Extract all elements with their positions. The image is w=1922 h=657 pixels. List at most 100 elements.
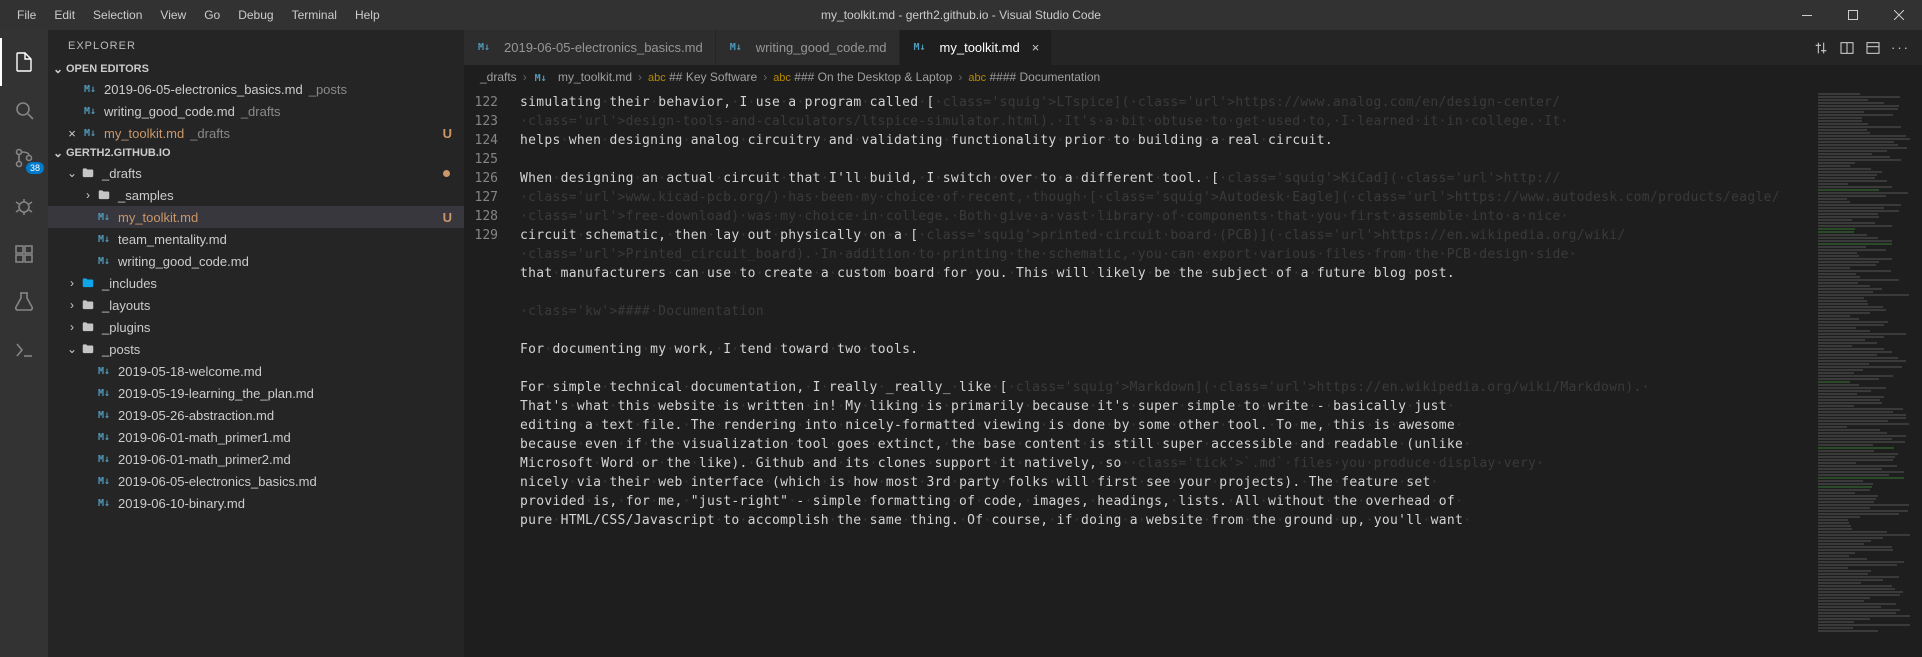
- menu-edit[interactable]: Edit: [45, 0, 84, 30]
- item-label: _samples: [118, 188, 174, 203]
- activity-bar: 38: [0, 30, 48, 657]
- folder-item[interactable]: ›_layouts: [48, 294, 464, 316]
- terminal-icon[interactable]: [0, 326, 48, 374]
- file-label: writing_good_code.md: [104, 104, 235, 119]
- item-label: 2019-05-19-learning_the_plan.md: [118, 386, 314, 401]
- file-item[interactable]: M↓2019-05-26-abstraction.md: [48, 404, 464, 426]
- chevron-right-icon: ›: [958, 70, 962, 84]
- chevron-down-icon: ⌄: [64, 342, 80, 356]
- open-editors-header[interactable]: ⌄ OPEN EDITORS: [48, 60, 464, 78]
- file-item[interactable]: M↓team_mentality.md: [48, 228, 464, 250]
- folder-item[interactable]: ›_plugins: [48, 316, 464, 338]
- source-control-icon[interactable]: 38: [0, 134, 48, 182]
- folder-item[interactable]: ›_samples: [48, 184, 464, 206]
- code-editor[interactable]: simulating·their·behavior,·I·use·a·progr…: [520, 89, 1812, 657]
- item-label: 2019-05-18-welcome.md: [118, 364, 262, 379]
- folder-item[interactable]: ›_includes: [48, 272, 464, 294]
- file-item[interactable]: M↓2019-05-18-welcome.md: [48, 360, 464, 382]
- split-right-icon[interactable]: [1839, 40, 1855, 56]
- item-label: my_toolkit.md: [118, 210, 198, 225]
- file-item[interactable]: M↓2019-05-19-learning_the_plan.md: [48, 382, 464, 404]
- menu-debug[interactable]: Debug: [229, 0, 282, 30]
- item-label: 2019-06-10-binary.md: [118, 496, 245, 511]
- markdown-file-icon: M↓: [96, 498, 112, 509]
- window-title: my_toolkit.md - gerth2.github.io - Visua…: [821, 8, 1101, 22]
- folder-icon: [80, 276, 96, 290]
- file-label: 2019-06-05-electronics_basics.md: [104, 82, 303, 97]
- close-icon[interactable]: ×: [1032, 40, 1040, 55]
- file-item[interactable]: M↓2019-06-01-math_primer2.md: [48, 448, 464, 470]
- menu-terminal[interactable]: Terminal: [283, 0, 346, 30]
- titlebar: FileEditSelectionViewGoDebugTerminalHelp…: [0, 0, 1922, 30]
- folder-icon: [80, 166, 96, 180]
- open-editors-label: OPEN EDITORS: [66, 63, 149, 75]
- explorer-icon[interactable]: [0, 38, 48, 86]
- folder-item[interactable]: ⌄_drafts: [48, 162, 464, 184]
- open-editor-item[interactable]: ×M↓my_toolkit.md_draftsU: [48, 122, 464, 144]
- file-item[interactable]: M↓ 2019-06-01-math_primer1.md: [48, 426, 464, 448]
- editor-tab[interactable]: M↓writing_good_code.md: [716, 30, 900, 65]
- editor-area: M↓2019-06-05-electronics_basics.mdM↓writ…: [464, 30, 1922, 657]
- open-editor-item[interactable]: M↓writing_good_code.md_drafts: [48, 100, 464, 122]
- breadcrumb-item[interactable]: abc #### Documentation: [968, 70, 1100, 84]
- minimize-button[interactable]: [1784, 0, 1830, 30]
- breadcrumb-item[interactable]: abc ## Key Software: [648, 70, 757, 84]
- compare-icon[interactable]: [1813, 40, 1829, 56]
- file-item[interactable]: M↓my_toolkit.mdU: [48, 206, 464, 228]
- file-item[interactable]: M↓writing_good_code.md: [48, 250, 464, 272]
- chevron-right-icon: ›: [638, 70, 642, 84]
- layout-icon[interactable]: [1865, 40, 1881, 56]
- item-label: _includes: [102, 276, 157, 291]
- scm-status: U: [443, 126, 456, 141]
- debug-icon[interactable]: [0, 182, 48, 230]
- markdown-file-icon: M↓: [728, 42, 744, 53]
- markdown-file-icon: M↓: [476, 42, 492, 53]
- item-label: 2019-06-01-math_primer1.md: [118, 430, 291, 445]
- tab-actions: ···: [1801, 30, 1922, 65]
- maximize-button[interactable]: [1830, 0, 1876, 30]
- test-icon[interactable]: [0, 278, 48, 326]
- breadcrumb-item[interactable]: M↓ my_toolkit.md: [533, 70, 632, 84]
- file-item[interactable]: M↓2019-06-05-electronics_basics.md: [48, 470, 464, 492]
- folder-icon: [80, 342, 96, 356]
- chevron-right-icon: ›: [763, 70, 767, 84]
- minimap[interactable]: [1812, 89, 1922, 657]
- markdown-file-icon: M↓: [96, 476, 112, 487]
- close-button[interactable]: [1876, 0, 1922, 30]
- extensions-icon[interactable]: [0, 230, 48, 278]
- menu-help[interactable]: Help: [346, 0, 389, 30]
- modified-dot: [443, 170, 450, 177]
- markdown-file-icon: M↓: [96, 432, 112, 443]
- item-label: _drafts: [102, 166, 142, 181]
- markdown-file-icon: M↓: [533, 73, 549, 84]
- window-controls: [1784, 0, 1922, 30]
- editor-tabs: M↓2019-06-05-electronics_basics.mdM↓writ…: [464, 30, 1922, 65]
- breadcrumb-item[interactable]: _drafts: [480, 70, 517, 84]
- scm-badge: 38: [26, 162, 44, 174]
- item-label: team_mentality.md: [118, 232, 227, 247]
- tab-label: my_toolkit.md: [940, 40, 1020, 55]
- chevron-right-icon: ›: [64, 298, 80, 312]
- breadcrumbs[interactable]: _drafts › M↓ my_toolkit.md › abc ## Key Soft…: [464, 65, 1922, 89]
- editor-tab[interactable]: M↓my_toolkit.md×: [900, 30, 1053, 65]
- breadcrumb-item[interactable]: abc ### On the Desktop & Laptop: [773, 70, 952, 84]
- project-header[interactable]: ⌄ GERTH2.GITHUB.IO: [48, 144, 464, 162]
- menu-file[interactable]: File: [8, 0, 45, 30]
- chevron-down-icon: ⌄: [50, 62, 66, 76]
- markdown-file-icon: M↓: [96, 256, 112, 267]
- more-icon[interactable]: ···: [1891, 40, 1910, 55]
- search-icon[interactable]: [0, 86, 48, 134]
- project-label: GERTH2.GITHUB.IO: [66, 147, 171, 159]
- close-icon[interactable]: ×: [64, 126, 80, 141]
- menu-go[interactable]: Go: [195, 0, 229, 30]
- line-gutter: 122123124125126127128129: [464, 89, 520, 657]
- file-item[interactable]: M↓ 2019-06-10-binary.md: [48, 492, 464, 514]
- markdown-file-icon: M↓: [96, 410, 112, 421]
- folder-item[interactable]: ⌄_posts: [48, 338, 464, 360]
- item-label: 2019-06-01-math_primer2.md: [118, 452, 291, 467]
- explorer-sidebar: EXPLORER ⌄ OPEN EDITORS M↓2019-06-05-ele…: [48, 30, 464, 657]
- menu-selection[interactable]: Selection: [84, 0, 151, 30]
- open-editor-item[interactable]: M↓2019-06-05-electronics_basics.md_posts: [48, 78, 464, 100]
- editor-tab[interactable]: M↓2019-06-05-electronics_basics.md: [464, 30, 716, 65]
- menu-view[interactable]: View: [151, 0, 195, 30]
